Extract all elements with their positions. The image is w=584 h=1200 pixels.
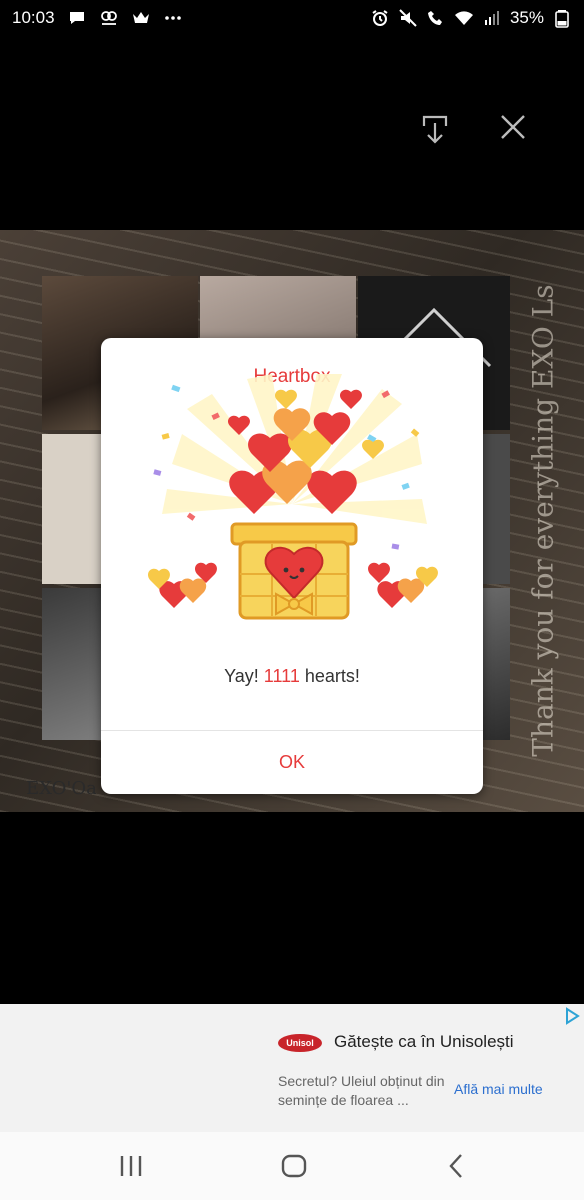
ad-cta-link[interactable]: Află mai multe [454, 1081, 543, 1097]
message-prefix: Yay! [224, 666, 264, 686]
bottom-caption: EXO'Oa [26, 778, 97, 799]
battery-text: 35% [509, 8, 544, 27]
status-left: 10:03 [12, 8, 183, 28]
ad-banner[interactable]: Unisol Gătește ca în Unisolești Secretul… [0, 1004, 584, 1132]
heartbox-dialog: Heartbox Yay! 1111 hearts! OK [101, 338, 483, 794]
wifi-calling-icon [426, 8, 446, 28]
ad-title[interactable]: Gătește ca în Unisolești [334, 1032, 514, 1052]
download-button[interactable] [420, 114, 450, 146]
side-caption-text: Thank you for everything EXO Ls [526, 283, 560, 757]
signal-icon [482, 8, 502, 28]
system-nav-bar [0, 1132, 584, 1200]
more-icon [163, 8, 183, 28]
close-button[interactable] [498, 112, 528, 142]
reward-message: Yay! 1111 hearts! [101, 666, 483, 687]
heart-count: 1111 [263, 666, 300, 686]
back-button[interactable] [442, 1152, 472, 1180]
mute-icon [398, 8, 418, 28]
ad-choices-icon[interactable] [562, 1006, 582, 1026]
close-icon [501, 115, 525, 139]
alarm-icon [370, 8, 390, 28]
home-button[interactable] [279, 1152, 309, 1180]
status-right: 35% [370, 8, 572, 28]
message-icon [67, 8, 87, 28]
side-caption: Thank you for everything EXO Ls [508, 250, 578, 790]
message-suffix: hearts! [299, 666, 360, 686]
status-bar: 10:03 35% [0, 0, 584, 36]
recent-apps-button[interactable] [116, 1152, 146, 1180]
download-icon [422, 115, 448, 144]
ad-logo: Unisol [278, 1034, 322, 1052]
heartbox-illustration [148, 374, 438, 620]
mood-icon [99, 8, 119, 28]
crown-icon [131, 8, 151, 28]
battery-icon [552, 8, 572, 28]
ad-description: Secretul? Uleiul obținut din semințe de … [278, 1073, 445, 1108]
status-time: 10:03 [12, 8, 55, 27]
recent-apps-icon [120, 1156, 142, 1176]
home-icon [281, 1154, 307, 1178]
wifi-icon [454, 8, 474, 28]
back-icon [449, 1154, 462, 1178]
ok-button[interactable]: OK [101, 731, 483, 794]
